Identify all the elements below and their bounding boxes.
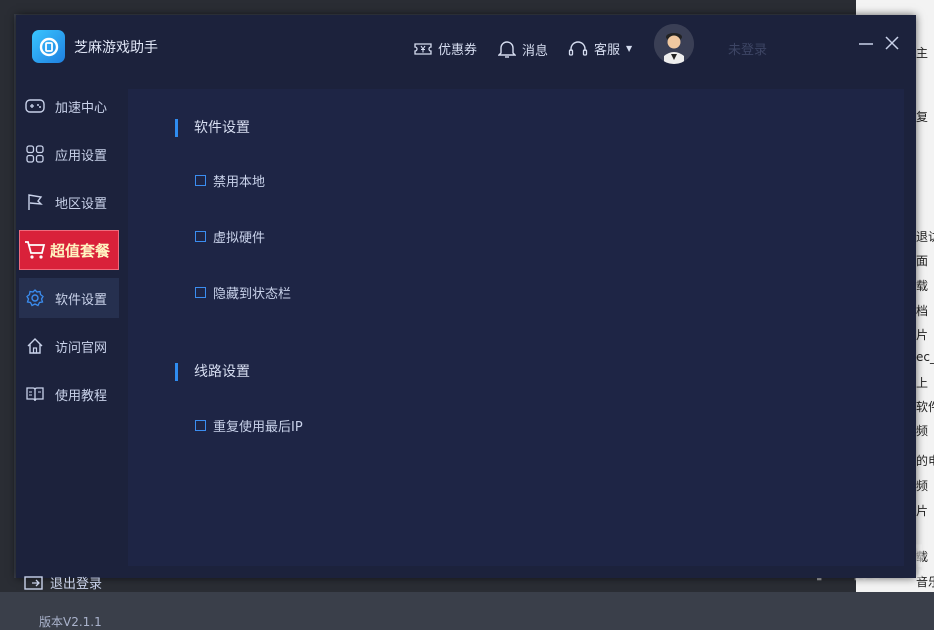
app-title: 芝麻游戏助手	[74, 40, 158, 56]
background-text: ec_	[916, 350, 934, 364]
background-text: 复	[916, 110, 929, 124]
message-label: 消息	[522, 43, 549, 59]
minimize-icon	[859, 43, 873, 45]
option-label: 禁用本地	[213, 175, 266, 190]
sidebar-item-acceleration[interactable]: 加速中心	[19, 86, 119, 126]
sidebar-item-label: 使用教程	[55, 388, 108, 404]
avatar[interactable]	[654, 24, 694, 64]
checkbox[interactable]	[195, 287, 206, 298]
sidebar-item-label: 应用设置	[55, 148, 108, 164]
gear-icon	[25, 288, 45, 308]
sidebar-item-label: 访问官网	[55, 340, 108, 356]
app-logo-icon	[32, 30, 65, 63]
grid-icon	[25, 144, 45, 164]
sidebar-item-region-settings[interactable]: 地区设置	[19, 182, 119, 222]
option-label: 重复使用最后IP	[213, 420, 303, 435]
headset-icon	[568, 40, 588, 56]
option-virtual-hardware[interactable]: 虚拟硬件	[195, 227, 265, 246]
sidebar-item-app-settings[interactable]: 应用设置	[19, 134, 119, 174]
cart-icon	[25, 241, 46, 259]
bell-icon	[498, 41, 516, 58]
minimize-button[interactable]	[856, 33, 876, 53]
background-text: 片	[916, 328, 929, 342]
background-text: 面	[916, 254, 929, 268]
gamepad-icon	[25, 96, 45, 116]
close-icon	[885, 36, 899, 50]
promo-label: 超值套餐	[50, 241, 111, 260]
home-icon	[25, 336, 45, 356]
version-label: 版本V2.1.1	[39, 615, 102, 629]
coupon-label: 优惠券	[438, 43, 478, 58]
app-window: 芝麻游戏助手 优惠券 消息 客服 ▼ 未登录 加速中心 应用设置 地区设置 超值…	[16, 15, 916, 629]
desktop-background-bottom	[0, 578, 934, 592]
sidebar-item-label: 软件设置	[55, 292, 108, 308]
logout-button[interactable]: 退出登录	[24, 573, 102, 592]
background-text: 上	[916, 376, 929, 390]
background-text: 档	[916, 304, 929, 318]
option-disable-local[interactable]: 禁用本地	[195, 171, 265, 190]
checkbox[interactable]	[195, 420, 206, 431]
background-text: 载	[916, 279, 929, 293]
background-text: 频	[916, 479, 929, 493]
checkbox[interactable]	[195, 175, 206, 186]
flag-icon	[25, 192, 45, 212]
title-bar: 芝麻游戏助手 优惠券 消息 客服 ▼ 未登录	[16, 15, 916, 77]
sidebar: 加速中心 应用设置 地区设置 超值套餐 软件设置 访问官网 使用教程 退出登录 …	[16, 77, 120, 629]
desktop-background-left	[0, 0, 14, 592]
chevron-down-icon: ▼	[626, 44, 633, 53]
ticket-icon	[414, 42, 432, 55]
user-avatar-icon	[654, 24, 694, 64]
message-button[interactable]: 消息	[498, 39, 548, 59]
option-reuse-last-ip[interactable]: 重复使用最后IP	[195, 416, 303, 435]
close-button[interactable]	[882, 33, 902, 53]
background-text: 的电	[916, 454, 934, 468]
service-label: 客服	[594, 43, 621, 58]
background-text: 软件	[916, 400, 934, 414]
sidebar-item-official-site[interactable]: 访问官网	[19, 326, 119, 366]
coupon-button[interactable]: 优惠券	[414, 39, 477, 58]
background-text: 片	[916, 504, 929, 518]
background-text: 退访	[916, 230, 934, 244]
option-label: 虚拟硬件	[213, 231, 266, 246]
login-status[interactable]: 未登录	[728, 39, 767, 58]
sidebar-item-label: 加速中心	[55, 100, 108, 116]
logout-label: 退出登录	[50, 577, 103, 592]
section-title-route: 线路设置	[175, 363, 250, 381]
settings-panel: 软件设置 禁用本地 虚拟硬件 隐藏到状态栏 线路设置 重复使用最后IP	[128, 89, 904, 566]
service-dropdown[interactable]: 客服 ▼	[568, 39, 632, 58]
option-label: 隐藏到状态栏	[213, 287, 292, 302]
background-text: 频	[916, 424, 929, 438]
sidebar-item-label: 地区设置	[55, 196, 108, 212]
section-title-software: 软件设置	[175, 119, 250, 137]
option-hide-to-tray[interactable]: 隐藏到状态栏	[195, 283, 291, 302]
background-text: 主	[916, 46, 929, 60]
sidebar-item-software-settings[interactable]: 软件设置	[19, 278, 119, 318]
book-icon	[25, 384, 45, 404]
checkbox[interactable]	[195, 231, 206, 242]
logout-icon	[24, 575, 43, 590]
desktop-background	[0, 0, 934, 14]
sidebar-item-tutorial[interactable]: 使用教程	[19, 374, 119, 414]
promo-banner[interactable]: 超值套餐	[19, 230, 119, 270]
